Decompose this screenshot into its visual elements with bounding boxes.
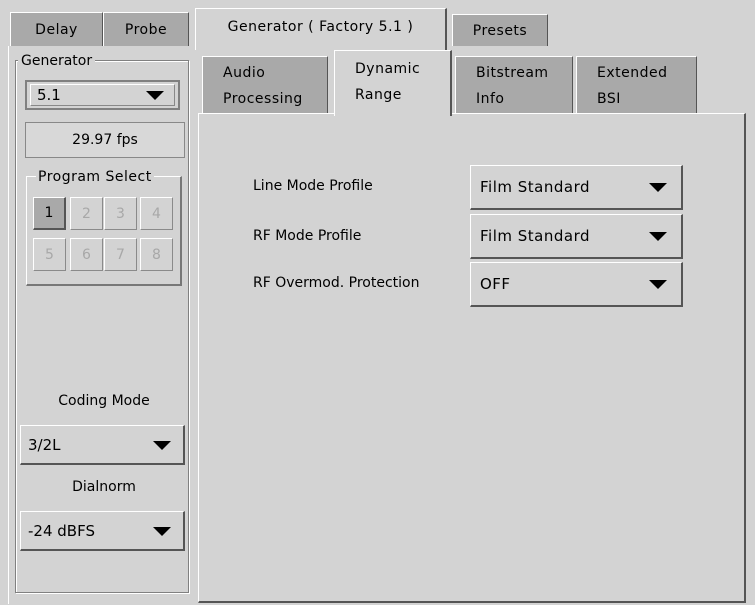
program-button-label: 8 [152, 246, 161, 263]
frame-rate-text: 29.97 fps [72, 132, 138, 148]
program-button-label: 2 [82, 205, 91, 222]
rf-overmod-protection-select[interactable]: OFF [470, 262, 683, 307]
tab-generator[interactable]: Generator ( Factory 5.1 ) [195, 8, 447, 50]
coding-mode-label: Coding Mode [58, 393, 150, 409]
line-mode-profile-value: Film Standard [480, 178, 590, 196]
tab-delay[interactable]: Delay [10, 12, 103, 46]
program-button-6[interactable]: 6 [70, 238, 103, 271]
program-button-1[interactable]: 1 [33, 197, 66, 230]
program-button-label: 4 [152, 205, 161, 222]
program-button-8[interactable]: 8 [140, 238, 173, 271]
subtab-bitstream-info-line2: Info [476, 91, 505, 107]
subtab-extended-bsi-line2: BSI [597, 91, 621, 107]
chevron-down-icon [649, 232, 667, 241]
tab-probe-label: Probe [124, 22, 168, 38]
subtab-dynamic-range-line2: Range [355, 87, 402, 103]
program-button-label: 6 [82, 246, 91, 263]
tab-presets-label: Presets [472, 23, 528, 39]
generator-select-value: 5.1 [37, 86, 61, 104]
program-button-7[interactable]: 7 [104, 238, 137, 271]
tab-generator-label: Generator ( Factory 5.1 ) [227, 19, 414, 35]
program-button-5[interactable]: 5 [33, 238, 66, 271]
chevron-down-icon [649, 183, 667, 192]
subtab-audio-processing-line1: Audio [223, 65, 266, 81]
dialnorm-value: -24 dBFS [28, 521, 95, 540]
coding-mode-select[interactable]: 3/2L [20, 425, 185, 465]
subtab-bitstream-info[interactable]: Bitstream Info [455, 56, 573, 114]
subtab-bitstream-info-line1: Bitstream [476, 65, 549, 81]
subtab-audio-processing[interactable]: Audio Processing [202, 56, 328, 114]
chevron-down-icon [153, 440, 171, 450]
tab-probe[interactable]: Probe [103, 12, 189, 46]
rf-mode-profile-label: RF Mode Profile [253, 228, 362, 244]
tab-presets[interactable]: Presets [452, 14, 548, 46]
program-button-label: 5 [45, 246, 54, 263]
generator-select[interactable]: 5.1 [25, 80, 180, 110]
program-button-3[interactable]: 3 [104, 197, 137, 230]
program-button-label: 3 [116, 205, 125, 222]
subtab-extended-bsi[interactable]: Extended BSI [576, 56, 697, 114]
coding-mode-value: 3/2L [28, 435, 61, 454]
generator-group-title: Generator [18, 53, 96, 69]
subtab-extended-bsi-line1: Extended [597, 65, 668, 81]
program-select-title: Program Select [36, 169, 154, 185]
rf-overmod-protection-value: OFF [480, 275, 511, 293]
chevron-down-icon [649, 280, 667, 289]
line-mode-profile-select[interactable]: Film Standard [470, 165, 683, 210]
dialnorm-select[interactable]: -24 dBFS [20, 511, 185, 551]
frame-rate-display: 29.97 fps [25, 122, 185, 158]
rf-overmod-protection-label: RF Overmod. Protection [253, 275, 420, 291]
subtab-audio-processing-line2: Processing [223, 91, 303, 107]
program-button-4[interactable]: 4 [140, 197, 173, 230]
rf-mode-profile-value: Film Standard [480, 227, 590, 245]
program-button-2[interactable]: 2 [70, 197, 103, 230]
subtab-dynamic-range[interactable]: Dynamic Range [334, 50, 452, 116]
dialnorm-label: Dialnorm [72, 479, 136, 495]
line-mode-profile-label: Line Mode Profile [253, 178, 373, 194]
rf-mode-profile-select[interactable]: Film Standard [470, 214, 683, 259]
program-button-label: 7 [116, 246, 125, 263]
tab-delay-label: Delay [35, 22, 78, 38]
subtab-dynamic-range-line1: Dynamic [355, 61, 421, 77]
chevron-down-icon [146, 91, 164, 100]
program-button-label: 1 [44, 205, 54, 221]
chevron-down-icon [153, 526, 171, 536]
